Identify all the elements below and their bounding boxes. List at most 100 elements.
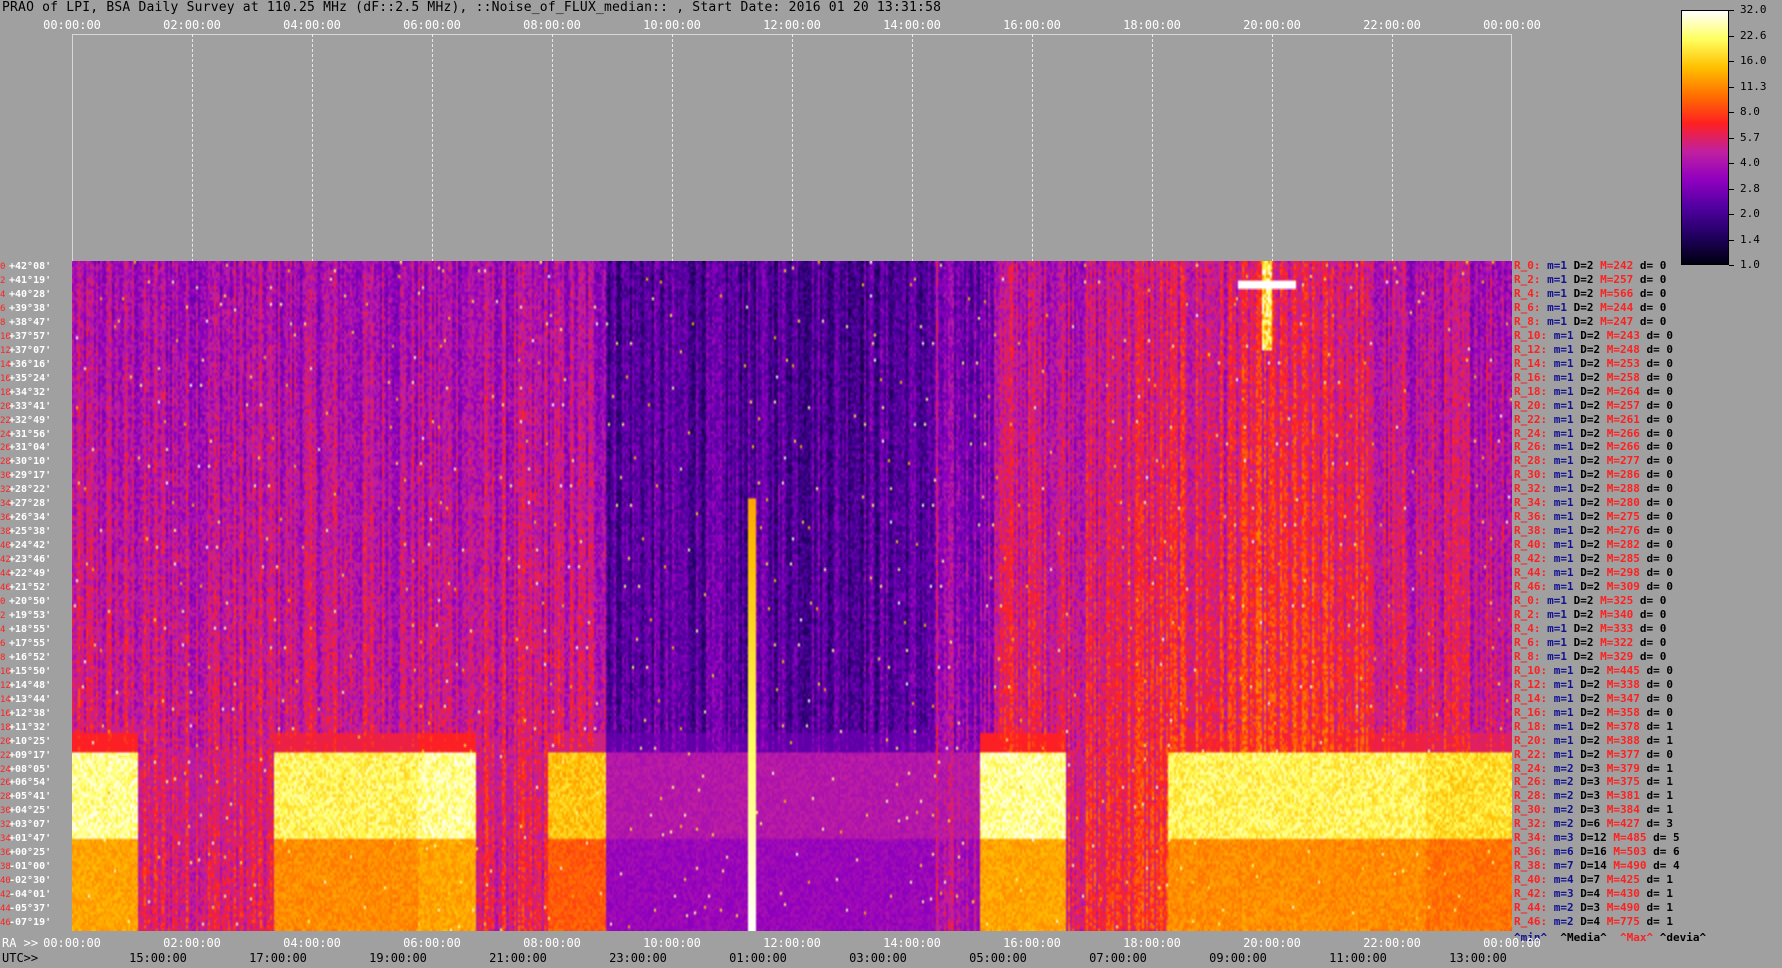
row-stat-m: m=2 <box>1553 915 1574 929</box>
row-stat-D: D=2 <box>1580 440 1601 454</box>
declination-label: +00°25' <box>9 847 52 859</box>
row-stat-m: m=1 <box>1553 328 1574 342</box>
declination-label: +22°49' <box>9 568 52 580</box>
ra-axis-tick: 02:00:00 <box>163 936 221 950</box>
declination-row: 0 +20°50' <box>0 596 51 607</box>
row-stat-d: d= 0 <box>1639 621 1667 635</box>
row-stat-r: R_30: <box>1514 803 1548 817</box>
declination-label: +28°22' <box>9 484 52 496</box>
declination-row: 38-01°00' <box>0 861 51 872</box>
row-stat-D: D=2 <box>1573 272 1594 286</box>
row-stat-d: d= 0 <box>1646 524 1674 538</box>
row-index: 2 <box>0 275 6 286</box>
row-stat-r: R_8: <box>1514 314 1541 328</box>
row-stat: R_6: m=1 D=2 M=322 d= 0 <box>1514 636 1666 649</box>
utc-axis-tick: 13:00:00 <box>1449 951 1507 965</box>
declination-label: +16°52' <box>9 651 52 663</box>
ra-axis-label: RA >> <box>2 936 39 950</box>
declination-label: +08°05' <box>9 763 52 775</box>
row-stat-m: m=1 <box>1553 663 1574 677</box>
top-axis-tick: 00:00:00 <box>1483 18 1541 32</box>
row-stat-m: m=1 <box>1553 705 1574 719</box>
row-stat-M: M=340 <box>1600 607 1634 621</box>
row-stat: R_20: m=1 D=2 M=388 d= 1 <box>1514 733 1673 747</box>
row-stat-r: R_2: <box>1514 607 1541 621</box>
row-stat: R_30: m=2 D=3 M=384 d= 1 <box>1514 804 1673 816</box>
row-stat-r: R_32: <box>1514 817 1548 831</box>
declination-row: 32+03°07' <box>0 819 51 830</box>
row-stat-d: d= 1 <box>1646 887 1674 901</box>
row-stat: R_28: m=1 D=2 M=277 d= 0 <box>1514 455 1673 467</box>
declination-row: 14+36°16' <box>0 359 51 370</box>
row-index: 4 <box>0 624 6 635</box>
row-stat-M: M=566 <box>1600 286 1634 300</box>
row-stat-r: R_12: <box>1514 677 1548 691</box>
row-stat-D: D=2 <box>1580 356 1601 370</box>
row-stat-d: d= 0 <box>1639 314 1667 328</box>
row-index: 24 <box>0 764 11 775</box>
row-stat-r: R_16: <box>1514 705 1548 719</box>
declination-label: +14°48' <box>9 679 52 691</box>
row-stat-D: D=14 <box>1580 859 1607 873</box>
row-stat-m: m=1 <box>1547 607 1567 621</box>
row-index: 46 <box>0 918 11 929</box>
row-stat-d: d= 0 <box>1646 342 1674 356</box>
legend-dev: ^devia^ <box>1659 931 1707 944</box>
row-stat-M: M=253 <box>1606 356 1640 370</box>
row-stat-r: R_36: <box>1514 510 1548 524</box>
row-index: 20 <box>0 401 11 412</box>
row-stat: R_10: m=1 D=2 M=445 d= 0 <box>1514 663 1674 677</box>
row-stat-D: D=16 <box>1580 845 1607 859</box>
row-stat: R_34: m=1 D=2 M=280 d= 0 <box>1514 497 1673 509</box>
row-stat-M: M=430 <box>1606 887 1640 901</box>
row-stat-m: m=1 <box>1553 733 1574 747</box>
row-stat: R_0: m=1 D=2 M=242 d= 0 <box>1514 260 1666 272</box>
colorbar-tick-label: 11.3 <box>1740 79 1767 93</box>
row-stat-M: M=379 <box>1606 761 1640 775</box>
row-index: 32 <box>0 820 11 831</box>
row-stat-D: D=2 <box>1580 552 1601 566</box>
row-stat-D: D=2 <box>1580 580 1601 594</box>
utc-axis-tick: 05:00:00 <box>969 951 1027 965</box>
declination-label: +36°16' <box>9 358 52 370</box>
ra-axis-tick: 16:00:00 <box>1003 936 1061 950</box>
row-stat-m: m=1 <box>1553 719 1574 733</box>
row-stat-M: M=388 <box>1606 733 1640 747</box>
row-stat-M: M=282 <box>1606 538 1640 552</box>
row-stat-r: R_20: <box>1514 398 1548 412</box>
row-stat: R_32: m=1 D=2 M=288 d= 0 <box>1514 483 1673 495</box>
row-stat-D: D=2 <box>1580 412 1601 426</box>
row-stat-d: d= 0 <box>1646 552 1674 566</box>
row-index: 6 <box>0 638 6 649</box>
declination-row: 26+31°04' <box>0 442 51 453</box>
declination-row: 22+32°49' <box>0 415 51 426</box>
colorbar-tick-mark <box>1729 137 1734 139</box>
row-index: 14 <box>0 694 11 705</box>
row-stat-M: M=242 <box>1600 259 1634 272</box>
declination-label: +04°25' <box>9 805 52 817</box>
declination-label: +23°46' <box>9 554 52 566</box>
declination-label: +01°47' <box>9 833 52 845</box>
row-stat-m: m=1 <box>1553 677 1574 691</box>
row-stat-D: D=4 <box>1580 887 1601 901</box>
row-stat-D: D=2 <box>1580 705 1601 719</box>
row-stat-m: m=1 <box>1547 594 1567 607</box>
row-stat-M: M=381 <box>1606 789 1640 803</box>
ra-axis-tick: 04:00:00 <box>283 936 341 950</box>
row-stat-D: D=2 <box>1580 328 1601 342</box>
row-index: 20 <box>0 736 11 747</box>
row-stat-r: R_0: <box>1514 594 1541 607</box>
row-stat-d: d= 0 <box>1639 649 1667 663</box>
row-index: 30 <box>0 806 11 817</box>
utc-axis-tick: 19:00:00 <box>369 951 427 965</box>
row-stat-D: D=2 <box>1573 314 1594 328</box>
row-index: 34 <box>0 499 11 510</box>
row-stat-D: D=2 <box>1580 342 1601 356</box>
declination-label: -05°37' <box>9 903 52 915</box>
row-stat-d: d= 0 <box>1646 663 1674 677</box>
row-stat-M: M=288 <box>1606 482 1640 496</box>
row-stat-r: R_12: <box>1514 342 1548 356</box>
declination-label: +37°57' <box>9 330 52 342</box>
top-axis-tick: 18:00:00 <box>1123 18 1181 32</box>
row-stat-M: M=285 <box>1606 552 1640 566</box>
